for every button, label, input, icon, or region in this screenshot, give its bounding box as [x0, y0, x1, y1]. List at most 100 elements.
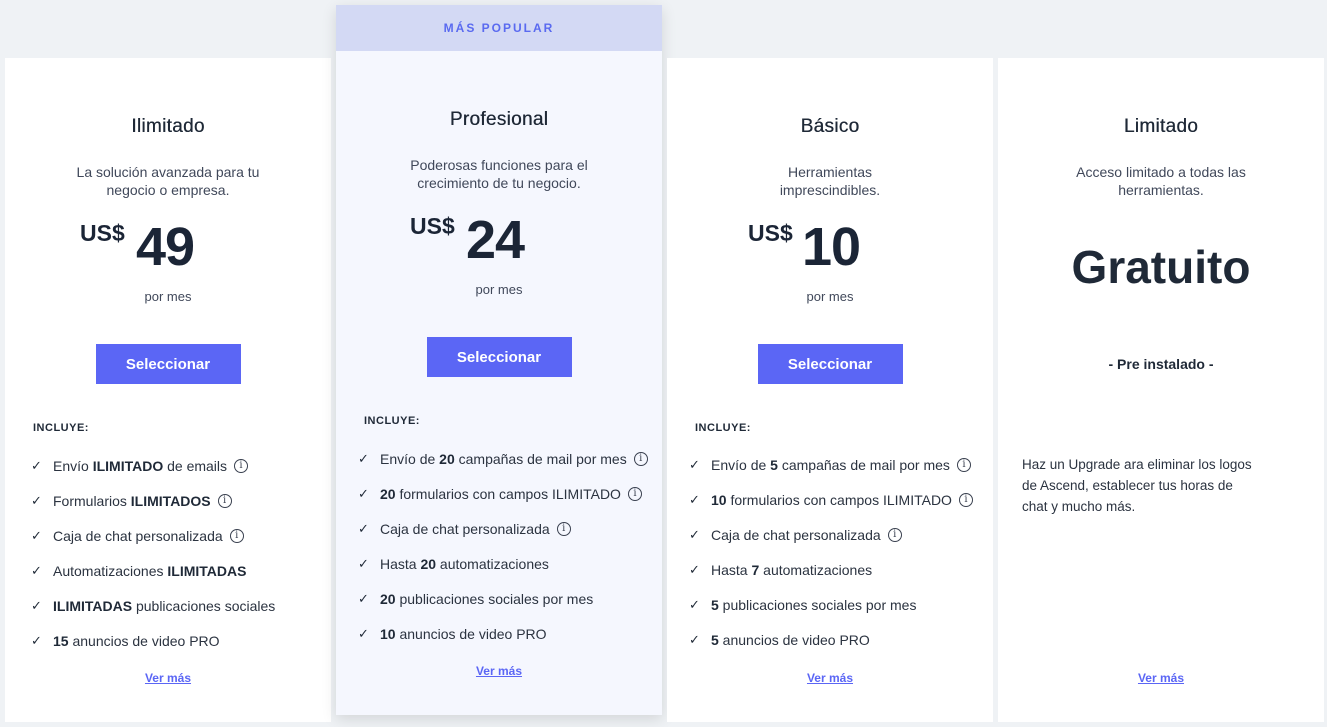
feature-text: 5 publicaciones sociales por mes	[711, 596, 917, 613]
feature-text: Hasta 7 automatizaciones	[711, 561, 873, 578]
feature-text: Envío de 5 campañas de mail por mes	[711, 456, 950, 473]
price: US$ 49	[5, 217, 331, 278]
plan-name: Básico	[800, 116, 860, 137]
feature-item: ✓ 15 anuncios de video PRO	[31, 623, 275, 658]
check-icon: ✓	[31, 492, 42, 508]
plan-description: Herramientas imprescindibles.	[779, 164, 881, 198]
feature-item: ✓ Hasta 7 automatizaciones	[689, 552, 973, 587]
feature-text: Envío ILIMITADO de emails	[53, 457, 228, 474]
plan-card-limitado: Limitado Acceso limitado a todas las her…	[998, 58, 1324, 722]
feature-text: Automatizaciones ILIMITADAS	[53, 562, 247, 579]
price-amount: 49	[136, 217, 195, 277]
check-icon: ✓	[31, 457, 42, 473]
price-free: Gratuito	[1071, 241, 1251, 293]
plan-card-basico: Básico Herramientas imprescindibles. US$…	[667, 58, 993, 722]
feature-text: 5 anuncios de video PRO	[711, 631, 870, 648]
select-button[interactable]: Seleccionar	[95, 344, 241, 384]
info-icon[interactable]: i	[958, 492, 973, 507]
plan-name: Ilimitado	[131, 116, 205, 137]
feature-item: ✓ 20 publicaciones sociales por mes	[358, 581, 648, 616]
info-icon[interactable]: i	[887, 527, 902, 542]
feature-list: ✓ Envío de 5 campañas de mail por mes i ✓ 10…	[689, 447, 973, 657]
feature-item: ✓ Formularios ILIMITADOS i	[31, 483, 275, 518]
check-icon: ✓	[358, 485, 369, 501]
plan-card-profesional: MÁS POPULAR Profesional Poderosas funcio…	[336, 5, 662, 715]
popular-banner: MÁS POPULAR	[336, 5, 662, 51]
plan-name: Limitado	[1123, 116, 1199, 137]
see-more-link[interactable]: Ver más	[667, 671, 993, 685]
info-icon[interactable]: i	[956, 457, 971, 472]
price-currency: US$	[748, 220, 793, 246]
see-more-link[interactable]: Ver más	[336, 664, 662, 678]
check-icon: ✓	[689, 596, 700, 612]
check-icon: ✓	[31, 527, 42, 543]
feature-item: ✓ ILIMITADAS publicaciones sociales	[31, 588, 275, 623]
check-icon: ✓	[358, 450, 369, 466]
check-icon: ✓	[358, 555, 369, 571]
price-period: por mes	[806, 289, 854, 304]
price-period: por mes	[144, 289, 192, 304]
info-icon[interactable]: i	[627, 486, 642, 501]
check-icon: ✓	[358, 625, 369, 641]
info-icon[interactable]: i	[217, 493, 232, 508]
feature-item: ✓ 10 anuncios de video PRO	[358, 616, 648, 651]
preinstalled-label: - Pre instalado -	[1108, 356, 1214, 372]
check-icon: ✓	[689, 491, 700, 507]
see-more-link[interactable]: Ver más	[998, 671, 1324, 685]
feature-text: 10 anuncios de video PRO	[380, 625, 547, 642]
price: US$ 24	[336, 210, 662, 271]
check-icon: ✓	[689, 526, 700, 542]
select-button[interactable]: Seleccionar	[757, 344, 903, 384]
check-icon: ✓	[31, 562, 42, 578]
info-icon[interactable]: i	[229, 528, 244, 543]
plan-description: Acceso limitado a todas las herramientas…	[1076, 164, 1246, 198]
check-icon: ✓	[689, 631, 700, 647]
select-button[interactable]: Seleccionar	[426, 337, 572, 377]
see-more-link[interactable]: Ver más	[5, 671, 331, 685]
check-icon: ✓	[31, 597, 42, 613]
feature-list: ✓ Envío ILIMITADO de emails i ✓ Formularios …	[31, 448, 275, 658]
feature-item: ✓ Envío de 5 campañas de mail por mes i	[689, 447, 973, 482]
includes-label: INCLUYE:	[364, 415, 420, 427]
feature-item: ✓ Envío de 20 campañas de mail por mes i	[358, 441, 648, 476]
feature-item: ✓ Caja de chat personalizada i	[31, 518, 275, 553]
feature-text: Formularios ILIMITADOS	[53, 492, 211, 509]
info-icon[interactable]: i	[234, 458, 249, 473]
plan-card-ilimitado: Ilimitado La solución avanzada para tu n…	[5, 58, 331, 722]
feature-item: ✓ 20 formularios con campos ILIMITADO i	[358, 476, 648, 511]
feature-item: ✓ Automatizaciones ILIMITADAS	[31, 553, 275, 588]
feature-item: ✓ Hasta 20 automatizaciones	[358, 546, 648, 581]
check-icon: ✓	[31, 632, 42, 648]
upgrade-note: Haz un Upgrade ara eliminar los logos de…	[1022, 457, 1252, 514]
price-currency: US$	[80, 220, 125, 246]
feature-text: Hasta 20 automatizaciones	[380, 555, 549, 572]
price-currency: US$	[410, 213, 455, 239]
feature-item: ✓ 5 anuncios de video PRO	[689, 622, 973, 657]
check-icon: ✓	[358, 590, 369, 606]
price-period: por mes	[475, 282, 523, 297]
feature-item: ✓ Envío ILIMITADO de emails i	[31, 448, 275, 483]
feature-text: Caja de chat personalizada	[711, 526, 881, 543]
feature-text: 15 anuncios de video PRO	[53, 632, 220, 649]
feature-item: ✓ 10 formularios con campos ILIMITADO i	[689, 482, 973, 517]
plan-description: La solución avanzada para tu negocio o e…	[76, 164, 260, 198]
price: US$ 10	[667, 217, 993, 278]
feature-item: ✓ Caja de chat personalizada i	[358, 511, 648, 546]
price-amount: 24	[466, 210, 525, 270]
feature-text: Envío de 20 campañas de mail por mes	[380, 450, 627, 467]
feature-text: Caja de chat personalizada	[53, 527, 223, 544]
feature-text: ILIMITADAS publicaciones sociales	[53, 597, 276, 614]
feature-text: Caja de chat personalizada	[380, 520, 550, 537]
feature-item: ✓ Caja de chat personalizada i	[689, 517, 973, 552]
info-icon[interactable]: i	[556, 521, 571, 536]
plan-description: Poderosas funciones para el crecimiento …	[410, 157, 588, 191]
includes-label: INCLUYE:	[33, 422, 89, 434]
feature-text: 10 formularios con campos ILIMITADO	[711, 491, 952, 508]
info-icon[interactable]: i	[633, 451, 648, 466]
feature-text: 20 publicaciones sociales por mes	[380, 590, 594, 607]
plan-name: Profesional	[449, 109, 549, 130]
includes-label: INCLUYE:	[695, 422, 751, 434]
check-icon: ✓	[358, 520, 369, 536]
feature-list: ✓ Envío de 20 campañas de mail por mes i ✓ 2…	[358, 441, 648, 651]
check-icon: ✓	[689, 561, 700, 577]
